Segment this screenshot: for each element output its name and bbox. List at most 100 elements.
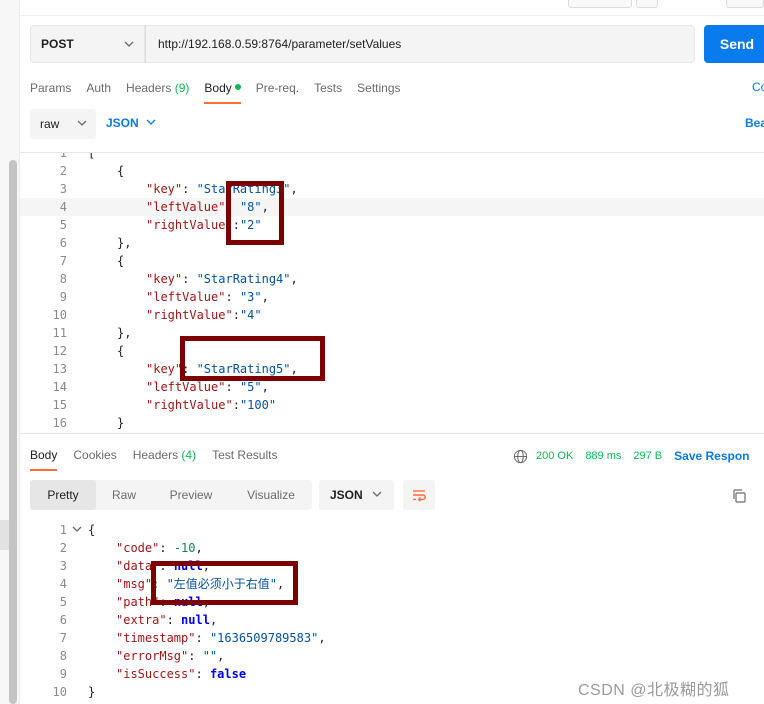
- code-content: {: [88, 521, 95, 539]
- top-tab-strip: [20, 0, 764, 16]
- url-input[interactable]: http://192.168.0.59:8764/parameter/setVa…: [145, 25, 695, 63]
- save-response-button[interactable]: Save Respon: [674, 449, 749, 463]
- response-code-line: 7 "timestamp": "1636509789583",: [20, 629, 764, 647]
- response-code-line: 6 "extra": null,: [20, 611, 764, 629]
- line-number: 6: [59, 613, 67, 627]
- code-token: :: [232, 398, 240, 412]
- response-time[interactable]: 889 ms: [585, 450, 621, 462]
- tab-pre-request-label: Pre-req.: [255, 81, 300, 95]
- tab-pre-request[interactable]: Pre-req.: [256, 78, 299, 104]
- response-divider: [20, 433, 764, 434]
- code-token: ,: [261, 380, 269, 394]
- code-token: "key": [146, 182, 183, 196]
- wrap-lines-button[interactable]: [403, 480, 435, 510]
- request-code-line: 14········"leftValue": "5",: [20, 378, 764, 396]
- response-size[interactable]: 297 B: [633, 450, 662, 462]
- request-code-line: 8········"key": "StarRating4",: [20, 270, 764, 288]
- code-token: {: [117, 164, 125, 178]
- body-mode-select[interactable]: raw: [30, 109, 96, 139]
- tab-body[interactable]: Body: [204, 78, 242, 104]
- response-tabs: Body Cookies Headers (4) Test Results: [30, 445, 293, 471]
- tab-settings[interactable]: Settings: [357, 78, 400, 104]
- top-tab-button-3[interactable]: [726, 0, 764, 8]
- resp-tab-headers-label: Headers: [132, 448, 179, 462]
- method-label: POST: [41, 37, 74, 51]
- line-number: 14: [52, 380, 67, 394]
- code-token: -10: [173, 541, 196, 555]
- request-code-line: 6····},: [20, 234, 764, 252]
- resp-tab-headers[interactable]: Headers (4): [133, 445, 196, 471]
- cookies-link[interactable]: Co: [752, 80, 764, 94]
- send-button[interactable]: Send: [704, 25, 764, 63]
- copy-button[interactable]: [730, 487, 748, 505]
- line-number: 9: [59, 290, 67, 304]
- code-content: "code": -10,: [116, 539, 203, 557]
- code-content: "rightValue":"4": [146, 306, 262, 324]
- view-tab-visualize[interactable]: Visualize: [230, 480, 312, 510]
- method-select[interactable]: POST: [30, 25, 145, 63]
- code-token: "errorMsg": [116, 649, 189, 663]
- line-number: 8: [59, 272, 67, 286]
- response-format-select[interactable]: JSON: [319, 480, 394, 510]
- code-token: "rightValue": [146, 308, 233, 322]
- request-code-line: 13········"key": "StarRating5",: [20, 360, 764, 378]
- view-tab-raw[interactable]: Raw: [96, 480, 152, 510]
- code-token: :: [182, 272, 197, 286]
- code-content: {: [117, 162, 124, 180]
- code-token: :: [166, 613, 182, 627]
- response-code-line: 1{: [20, 521, 764, 539]
- line-number: 11: [52, 326, 67, 340]
- code-token: :: [195, 667, 210, 681]
- resp-tab-test-results-label: Test Results: [212, 448, 278, 462]
- code-token: }: [117, 416, 125, 430]
- request-code-line: 10········"rightValue":"4": [20, 306, 764, 324]
- tab-auth[interactable]: Auth: [86, 78, 111, 104]
- copy-icon: [731, 488, 747, 504]
- line-number: 5: [59, 218, 67, 232]
- beautify-link[interactable]: Bea: [745, 116, 764, 130]
- code-token: ,: [290, 182, 298, 196]
- view-tab-pretty[interactable]: Pretty: [30, 480, 96, 510]
- left-scrollbar-thumb[interactable]: [9, 160, 17, 704]
- url-text: http://192.168.0.59:8764/parameter/setVa…: [158, 37, 402, 51]
- line-number: 5: [59, 595, 67, 609]
- top-tab-button-1[interactable]: [568, 0, 632, 8]
- code-token: {: [117, 344, 125, 358]
- request-code-line: 7····{: [20, 252, 764, 270]
- tab-params[interactable]: Params: [30, 78, 71, 104]
- modified-dot-icon: [234, 84, 241, 90]
- line-number: 6: [59, 236, 67, 250]
- request-body-editor[interactable]: 1[2····{3········"key": "StarRating3",4·…: [20, 153, 764, 432]
- line-number: 10: [52, 685, 67, 699]
- code-token: ,: [217, 649, 225, 663]
- line-number: 3: [59, 559, 67, 573]
- status-code[interactable]: 200 OK: [536, 450, 573, 462]
- code-token: :: [188, 649, 203, 663]
- tab-headers[interactable]: Headers (9): [126, 78, 189, 104]
- code-token: },: [117, 236, 132, 250]
- code-token: },: [117, 326, 132, 340]
- tab-auth-label: Auth: [86, 81, 112, 95]
- response-code-line: 2 "code": -10,: [20, 539, 764, 557]
- tab-tests[interactable]: Tests: [314, 78, 342, 104]
- code-content: "errorMsg": "",: [116, 647, 224, 665]
- code-token: "key": [146, 362, 183, 376]
- request-code-line: 15········"rightValue":"100": [20, 396, 764, 414]
- tab-settings-label: Settings: [357, 81, 401, 95]
- resp-tab-cookies[interactable]: Cookies: [73, 445, 116, 471]
- wrap-lines-icon: [411, 488, 427, 502]
- resp-tab-test-results[interactable]: Test Results: [212, 445, 277, 471]
- line-number: 7: [59, 631, 67, 645]
- fold-chevron-icon[interactable]: [72, 524, 82, 534]
- resp-tab-body-label: Body: [30, 448, 58, 462]
- code-content: }: [88, 683, 95, 701]
- top-tab-button-2[interactable]: [636, 0, 658, 8]
- resp-tab-body[interactable]: Body: [30, 445, 58, 471]
- line-number: 1: [59, 523, 67, 537]
- view-tab-preview[interactable]: Preview: [152, 480, 230, 510]
- response-status-area: 200 OK 889 ms 297 B Save Respon: [513, 447, 750, 465]
- code-token: :: [225, 380, 240, 394]
- body-format-select[interactable]: JSON: [106, 116, 156, 130]
- code-token: ,: [261, 290, 269, 304]
- globe-icon[interactable]: [513, 449, 528, 464]
